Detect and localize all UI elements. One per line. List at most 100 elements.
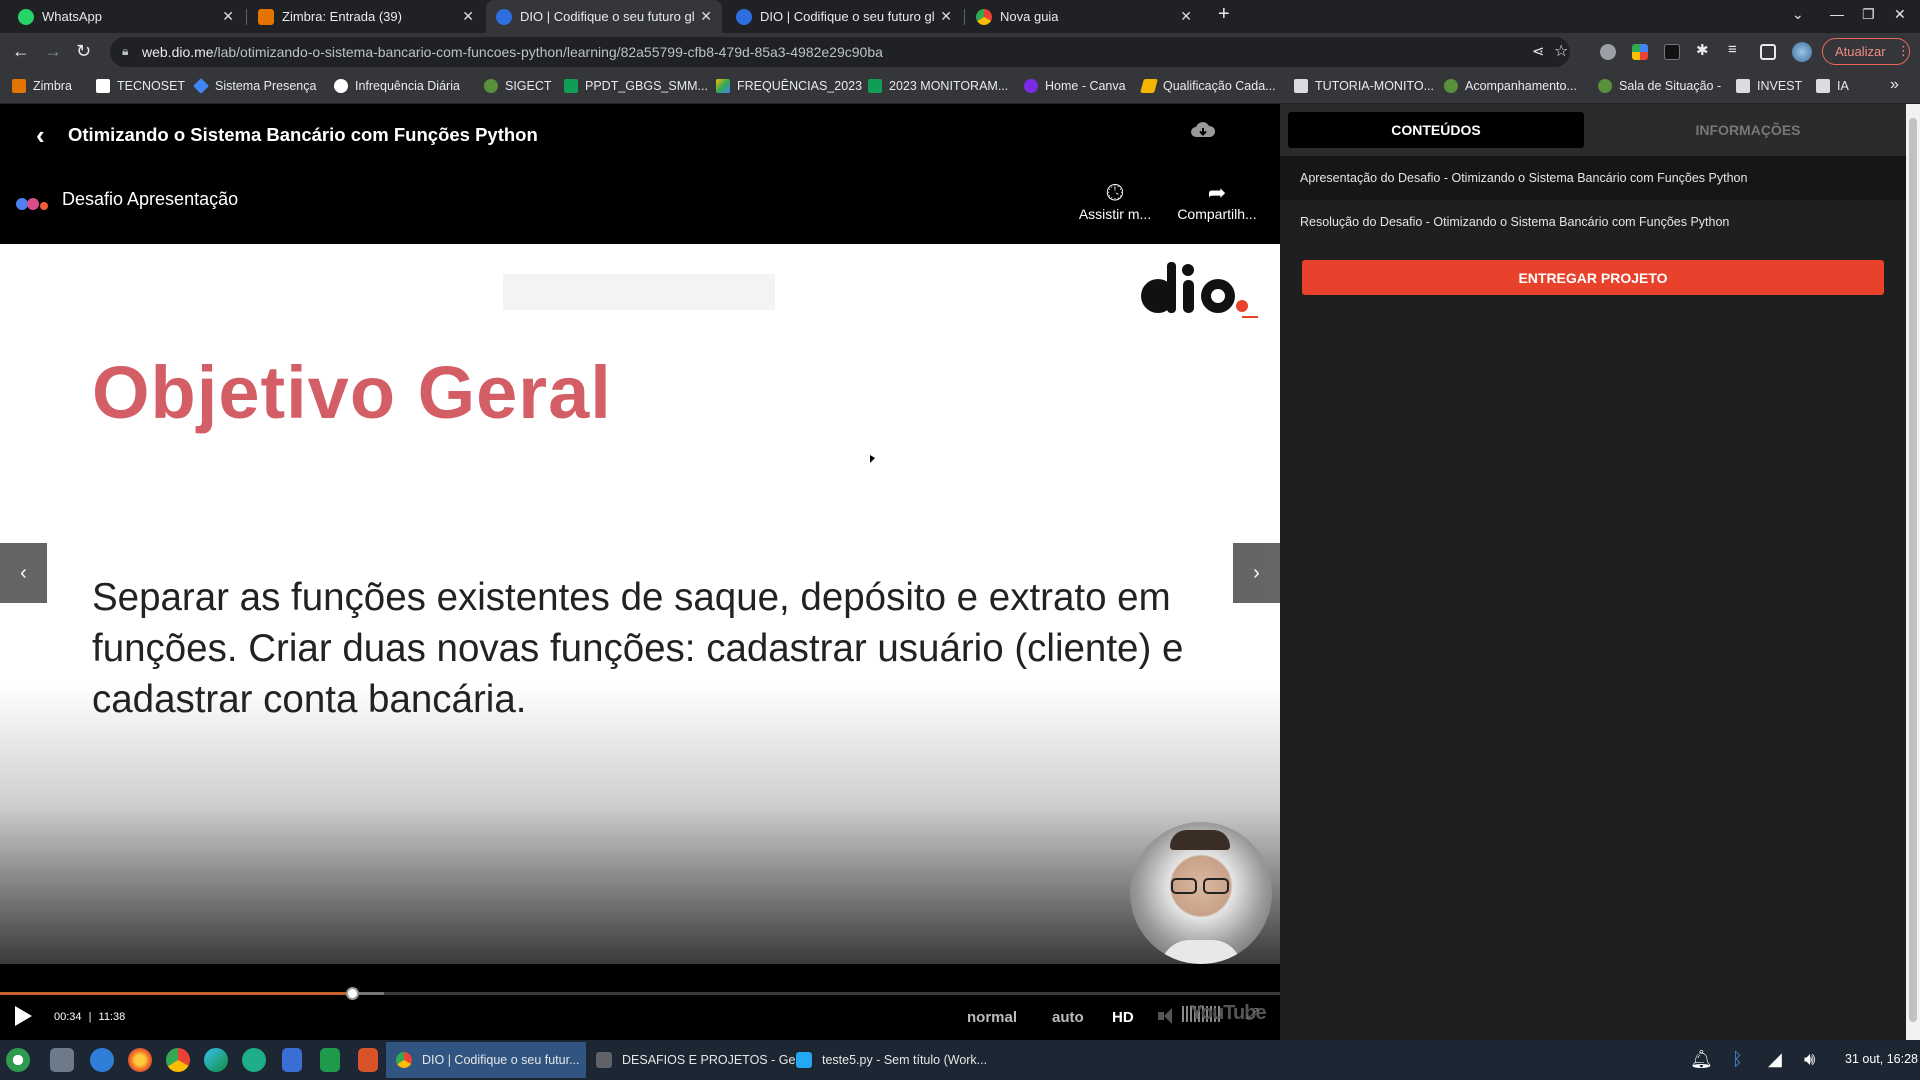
minimize-icon[interactable]: — — [1830, 6, 1844, 22]
video-title[interactable]: Desafio Apresentação — [62, 189, 238, 210]
profile-avatar[interactable] — [1792, 42, 1812, 62]
bookmark-label: Acompanhamento... — [1465, 79, 1577, 93]
share-icon[interactable]: ⋖ — [1532, 42, 1545, 60]
bookmark-star-icon[interactable]: ☆ — [1554, 41, 1568, 61]
lesson-item-apresentacao[interactable]: Apresentação do Desafio - Otimizando o S… — [1280, 156, 1906, 200]
bookmark-infrequencia[interactable]: Infrequência Diária — [334, 79, 460, 93]
window-title: teste5.py - Sem título (Work... — [822, 1053, 988, 1067]
new-tab-button[interactable]: + — [1218, 3, 1230, 26]
bookmark-sala-situacao[interactable]: Sala de Situação - — [1598, 79, 1721, 93]
bookmark-label: Infrequência Diária — [355, 79, 460, 93]
bookmark-ppdt[interactable]: PPDT_GBGS_SMM... — [564, 79, 708, 93]
bookmark-tecnoset[interactable]: TECNOSET — [96, 79, 185, 93]
close-tab-icon[interactable]: ✕ — [462, 8, 474, 25]
submit-project-button[interactable]: ENTREGAR PROJETO — [1302, 260, 1884, 295]
update-button[interactable]: Atualizar ⋮ — [1822, 38, 1910, 65]
impress-icon[interactable] — [358, 1048, 378, 1072]
calc-icon[interactable] — [320, 1048, 340, 1072]
hd-button[interactable]: HD — [1112, 1009, 1134, 1026]
fullscreen-icon[interactable]: ⤢ — [1246, 1006, 1259, 1024]
bookmark-zimbra[interactable]: Zimbra — [12, 79, 72, 93]
extension-colorful-icon[interactable] — [1632, 44, 1648, 60]
speed-button[interactable]: normal — [967, 1009, 1017, 1026]
edge-dev-icon[interactable] — [204, 1048, 228, 1072]
media-control-icon[interactable]: ≡ — [1728, 41, 1744, 58]
tab-contents[interactable]: CONTEÚDOS — [1288, 112, 1584, 148]
tab-title: DIO | Codifique o seu futuro gl — [760, 9, 935, 24]
files-icon[interactable] — [50, 1048, 74, 1072]
emblem-icon — [1444, 79, 1458, 93]
watch-later-button[interactable]: 🕓︎ Assistir m... — [1070, 180, 1160, 222]
close-tab-icon[interactable]: ✕ — [1180, 8, 1192, 25]
side-panel-icon[interactable] — [1760, 44, 1776, 60]
network-icon[interactable]: ◢ — [1768, 1049, 1782, 1070]
close-tab-icon[interactable]: ✕ — [700, 8, 712, 25]
extensions-puzzle-icon[interactable]: ✱ — [1696, 41, 1712, 59]
writer-icon[interactable] — [282, 1048, 302, 1072]
progress-scrubber[interactable] — [346, 987, 359, 1000]
taskbar-window-vscode[interactable]: teste5.py - Sem título (Work... — [786, 1042, 988, 1078]
cloud-download-icon[interactable] — [1190, 120, 1216, 140]
chrome-icon[interactable] — [166, 1048, 190, 1072]
browser-tab-dio[interactable]: DIO | Codifique o seu futuro gl ✕ — [726, 0, 962, 33]
tab-search-icon[interactable]: ⌄ — [1792, 6, 1804, 23]
browser-tab-dio-active[interactable]: DIO | Codifique o seu futuro gl ✕ — [486, 0, 722, 33]
video-progress-bar[interactable] — [0, 987, 1280, 1000]
back-chevron-icon[interactable]: ‹ — [36, 120, 45, 151]
bookmark-acompanhamento[interactable]: Acompanhamento... — [1444, 79, 1577, 93]
page-scrollbar[interactable] — [1906, 104, 1920, 1040]
firefox-icon[interactable] — [128, 1048, 152, 1072]
previous-video-button[interactable]: ‹ — [0, 543, 47, 603]
close-tab-icon[interactable]: ✕ — [940, 8, 952, 25]
browser-tab-strip: WhatsApp ✕ Zimbra: Entrada (39) ✕ DIO | … — [0, 0, 1920, 33]
bookmark-tutoria[interactable]: TUTORIA-MONITO... — [1294, 79, 1434, 93]
quality-button[interactable]: auto — [1052, 1009, 1084, 1026]
extension-openai-icon[interactable] — [1664, 44, 1680, 60]
browser-tab-whatsapp[interactable]: WhatsApp ✕ — [8, 0, 244, 33]
chatgpt-icon[interactable] — [242, 1048, 266, 1072]
reload-icon[interactable]: ↻ — [76, 41, 91, 62]
bookmark-canva[interactable]: Home - Canva — [1024, 79, 1126, 93]
bookmark-frequencias[interactable]: FREQUÊNCIAS_2023 — [716, 79, 862, 93]
bookmark-label: Sala de Situação - — [1619, 79, 1722, 93]
site-info-icon[interactable]: 🔒︎ — [122, 44, 128, 59]
system-clock[interactable]: 31 out, 16:28 — [1845, 1052, 1918, 1066]
watch-later-label: Assistir m... — [1078, 206, 1152, 222]
taskbar-window-dio[interactable]: DIO | Codifique o seu futur... — [386, 1042, 586, 1078]
bookmark-sistema-presenca[interactable]: Sistema Presença — [193, 78, 316, 94]
close-window-icon[interactable]: ✕ — [1894, 6, 1906, 23]
next-video-button[interactable]: › — [1233, 543, 1280, 603]
search-icon[interactable] — [90, 1048, 114, 1072]
bookmark-qualificacao[interactable]: Qualificação Cada... — [1140, 79, 1276, 93]
browser-tab-new[interactable]: Nova guia ✕ — [966, 0, 1202, 33]
play-icon[interactable] — [15, 1006, 32, 1026]
dio-channel-logo-icon[interactable] — [16, 195, 50, 213]
lesson-item-resolucao[interactable]: Resolução do Desafio - Otimizando o Sist… — [1280, 200, 1906, 244]
bookmark-monitoramento[interactable]: 2023 MONITORAM... — [868, 79, 1008, 93]
share-button[interactable]: ➦ Compartilh... — [1172, 180, 1262, 222]
more-bookmarks-icon[interactable]: » — [1890, 76, 1899, 94]
close-tab-icon[interactable]: ✕ — [222, 8, 234, 25]
bookmark-label: INVEST — [1757, 79, 1803, 93]
presenter-shirt — [1160, 940, 1242, 964]
start-menu-icon[interactable] — [6, 1048, 30, 1072]
bookmark-ia[interactable]: IA — [1816, 79, 1849, 93]
taskbar-window-desafios[interactable]: DESAFIOS E PROJETOS - Ger... — [586, 1042, 809, 1078]
bookmark-sigect[interactable]: SIGECT — [484, 79, 552, 93]
document-icon — [96, 79, 110, 93]
tab-information[interactable]: INFORMAÇÕES — [1600, 112, 1896, 148]
window-title: DESAFIOS E PROJETOS - Ger... — [622, 1053, 810, 1067]
volume-icon[interactable] — [1158, 1008, 1176, 1024]
back-icon[interactable]: ← — [12, 41, 30, 62]
video-frame[interactable]: Objetivo Geral Separar as funções existe… — [0, 244, 1280, 964]
page-scrollbar-thumb[interactable] — [1909, 118, 1917, 1022]
extension-gear-icon[interactable] — [1600, 44, 1616, 60]
forward-icon[interactable]: → — [44, 41, 62, 62]
restore-icon[interactable]: ❐ — [1862, 6, 1875, 23]
volume-tray-icon[interactable]: 🔊︎ — [1804, 1049, 1815, 1070]
bookmark-invest[interactable]: INVEST — [1736, 79, 1802, 93]
bluetooth-icon[interactable]: ᛒ — [1732, 1049, 1743, 1070]
address-bar[interactable]: 🔒︎ web.dio.me/lab/otimizando-o-sistema-b… — [110, 37, 1570, 67]
notification-bell-icon[interactable]: 🔔︎ — [1690, 1049, 1713, 1070]
browser-tab-zimbra[interactable]: Zimbra: Entrada (39) ✕ — [248, 0, 484, 33]
